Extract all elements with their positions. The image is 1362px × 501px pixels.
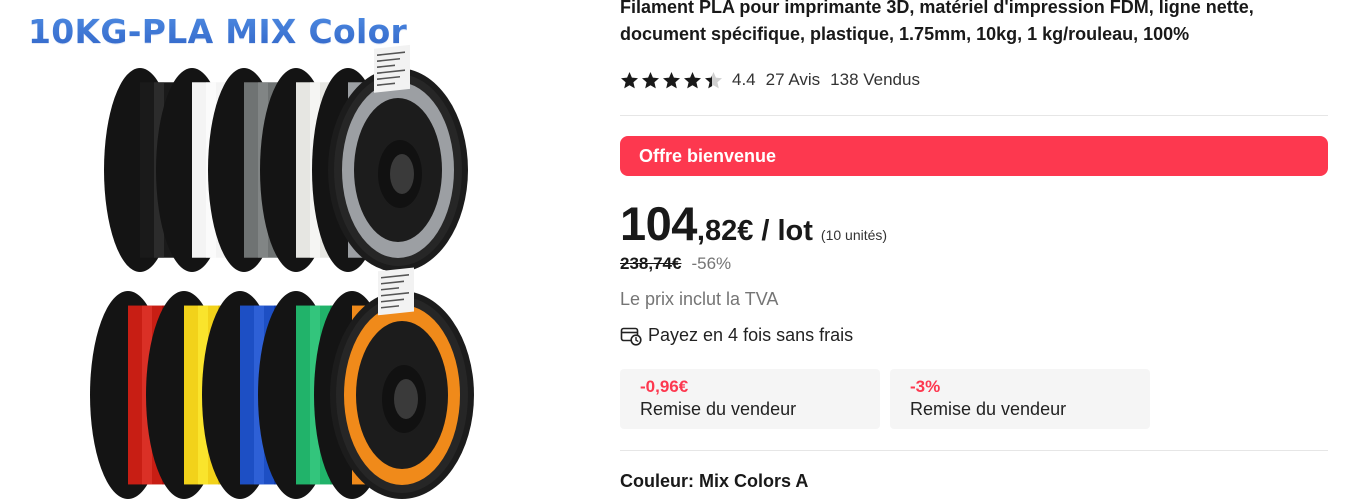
vat-note: Le prix inclut la TVA <box>620 289 779 309</box>
color-selection-label: Couleur: Mix Colors A <box>620 471 809 491</box>
star-icon <box>642 71 659 88</box>
coupon-label: Remise du vendeur <box>910 399 1067 419</box>
filament-spool <box>312 44 468 272</box>
rating-row[interactable]: 4.4 27 Avis 138 Vendus <box>620 70 920 90</box>
star-icon <box>621 71 638 88</box>
seller-coupon-2[interactable]: -3% Remise du vendeur <box>890 369 1150 429</box>
coupon-amount: -3% <box>910 377 941 396</box>
product-title: Filament PLA pour imprimante 3D, matérie… <box>620 0 1254 44</box>
product-image[interactable]: 10KG-PLA MIX Color <box>0 0 600 501</box>
price-decimal: ,82€ <box>696 215 754 247</box>
rating-value: 4.4 <box>732 70 756 89</box>
divider <box>620 115 1328 116</box>
coupon-label: Remise du vendeur <box>640 399 797 419</box>
price-integer: 104 <box>620 197 697 250</box>
reviews-link[interactable]: 27 Avis <box>766 70 821 90</box>
card-clock-icon <box>620 327 642 346</box>
star-icon <box>684 71 701 88</box>
price-unit: / lot <box>761 215 813 247</box>
rating-stars <box>620 71 723 90</box>
sold-count: 138 Vendus <box>830 70 920 89</box>
filament-spool <box>314 267 474 499</box>
discount-percent: -56% <box>691 254 732 273</box>
star-icon <box>705 71 722 88</box>
welcome-offer-banner: Offre bienvenue <box>620 136 1328 176</box>
star-icon <box>663 71 680 88</box>
coupon-amount: -0,96€ <box>640 377 689 396</box>
old-price: 238,74€ <box>620 254 682 273</box>
old-price-row: 238,74€ -56% <box>620 254 731 274</box>
installment-row[interactable]: Payez en 4 fois sans frais <box>620 325 853 346</box>
seller-coupon-1[interactable]: -0,96€ Remise du vendeur <box>620 369 880 429</box>
installment-text: Payez en 4 fois sans frais <box>648 325 854 345</box>
divider <box>620 450 1328 451</box>
filament-spools-illustration <box>90 44 474 499</box>
price-quantity: (10 unités) <box>820 227 888 243</box>
price: 104 ,82€ / lot (10 unités) <box>620 196 887 251</box>
